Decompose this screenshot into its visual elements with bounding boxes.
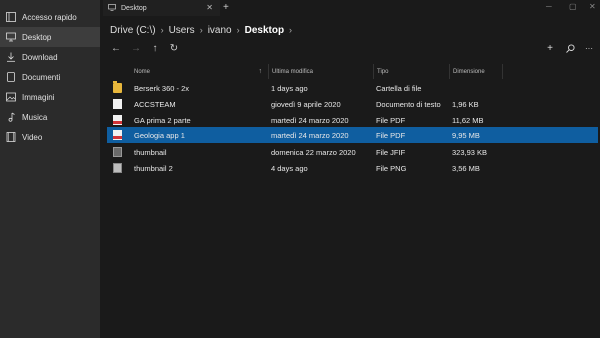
more-button[interactable]: ··· bbox=[582, 41, 596, 55]
file-size: 1,96 KB bbox=[452, 99, 479, 109]
file-row[interactable]: thumbnail 2 4 days ago File PNG 3,56 MB bbox=[107, 160, 598, 176]
tab-desktop[interactable]: Desktop ✕ bbox=[103, 0, 220, 16]
file-row[interactable]: Berserk 360 - 2x 1 days ago Cartella di … bbox=[107, 80, 598, 96]
chevron-right-icon: › bbox=[236, 25, 240, 35]
breadcrumb: Drive (C:\) › Users › ivano › Desktop › bbox=[110, 23, 297, 37]
sidebar-item-accesso-rapido[interactable]: Accesso rapido bbox=[0, 7, 100, 27]
close-tab-icon[interactable]: ✕ bbox=[206, 3, 213, 12]
file-size bbox=[452, 80, 502, 96]
back-button[interactable]: ← bbox=[109, 41, 123, 55]
column-type[interactable]: Tipo bbox=[373, 64, 448, 79]
file-type: File PDF bbox=[376, 115, 406, 125]
column-modified-label: Ultima modifica bbox=[272, 68, 314, 75]
document-icon bbox=[6, 72, 16, 82]
search-icon bbox=[565, 43, 575, 53]
file-size: 323,93 KB bbox=[452, 147, 488, 157]
file-row[interactable]: ACCSTEAM giovedì 9 aprile 2020 Documento… bbox=[107, 96, 598, 112]
file-modified: domenica 22 marzo 2020 bbox=[271, 147, 356, 157]
refresh-button[interactable]: ↻ bbox=[167, 41, 181, 55]
file-row[interactable]: thumbnail domenica 22 marzo 2020 File JF… bbox=[107, 144, 598, 160]
close-window-button[interactable]: ✕ bbox=[589, 2, 596, 11]
column-size[interactable]: Dimensione bbox=[449, 64, 503, 79]
column-type-label: Tipo bbox=[377, 68, 389, 75]
file-name: GA prima 2 parte bbox=[134, 115, 191, 125]
column-header: Nome ↑ Ultima modifica Tipo Dimensione bbox=[107, 64, 600, 79]
sidebar-item-label: Immagini bbox=[22, 92, 55, 102]
download-icon bbox=[6, 52, 16, 62]
sidebar-item-immagini[interactable]: Immagini bbox=[0, 87, 100, 107]
sidebar-item-label: Accesso rapido bbox=[22, 12, 77, 22]
image-icon bbox=[113, 147, 122, 157]
breadcrumb-desktop[interactable]: Desktop bbox=[245, 25, 284, 36]
video-icon bbox=[6, 132, 16, 142]
sort-arrow-icon: ↑ bbox=[258, 68, 263, 75]
file-modified: martedì 24 marzo 2020 bbox=[271, 130, 349, 140]
file-type: Documento di testo bbox=[376, 99, 441, 109]
chevron-right-icon: › bbox=[289, 25, 293, 35]
desktop-icon bbox=[6, 32, 16, 42]
folder-icon bbox=[113, 81, 122, 93]
breadcrumb-drive[interactable]: Drive (C:\) bbox=[110, 25, 156, 36]
document-icon bbox=[113, 99, 122, 109]
sidebar-item-documenti[interactable]: Documenti bbox=[0, 67, 100, 87]
file-name: thumbnail bbox=[134, 147, 167, 157]
sidebar-item-desktop[interactable]: Desktop bbox=[0, 27, 100, 47]
breadcrumb-ivano[interactable]: ivano bbox=[208, 25, 232, 36]
image-icon bbox=[6, 92, 16, 102]
pdf-icon bbox=[113, 130, 122, 140]
file-row[interactable]: GA prima 2 parte martedì 24 marzo 2020 F… bbox=[107, 112, 598, 128]
file-row-selected[interactable]: Geologia app 1 martedì 24 marzo 2020 Fil… bbox=[107, 127, 598, 143]
column-name[interactable]: Nome ↑ bbox=[131, 64, 266, 79]
sidebar-item-label: Musica bbox=[22, 112, 48, 122]
file-modified: martedì 24 marzo 2020 bbox=[271, 115, 349, 125]
file-size: 3,56 MB bbox=[452, 163, 480, 173]
sidebar-item-video[interactable]: Video bbox=[0, 127, 100, 147]
up-button[interactable]: ↑ bbox=[148, 41, 162, 55]
sidebar-item-label: Documenti bbox=[22, 72, 61, 82]
breadcrumb-users[interactable]: Users bbox=[169, 25, 195, 36]
file-name: Berserk 360 - 2x bbox=[134, 83, 190, 93]
column-size-label: Dimensione bbox=[453, 68, 485, 75]
file-modified: giovedì 9 aprile 2020 bbox=[271, 99, 341, 109]
sidebar-item-label: Download bbox=[22, 52, 58, 62]
star-icon bbox=[6, 12, 16, 22]
title-bar: Desktop ✕ + ─ ▢ ✕ bbox=[100, 0, 600, 16]
file-type: File JFIF bbox=[376, 147, 406, 157]
pdf-icon bbox=[113, 115, 122, 125]
image-icon bbox=[113, 163, 122, 173]
file-modified: 1 days ago bbox=[271, 83, 308, 93]
file-type: File PDF bbox=[376, 130, 406, 140]
chevron-right-icon: › bbox=[199, 25, 203, 35]
forward-button[interactable]: → bbox=[129, 41, 143, 55]
file-size: 9,95 MB bbox=[452, 130, 480, 140]
column-modified[interactable]: Ultima modifica bbox=[268, 64, 373, 79]
desktop-icon bbox=[108, 3, 116, 13]
sidebar-item-musica[interactable]: Musica bbox=[0, 107, 100, 127]
minimize-button[interactable]: ─ bbox=[546, 2, 552, 11]
file-name: ACCSTEAM bbox=[134, 99, 176, 109]
file-name: Geologia app 1 bbox=[134, 130, 185, 140]
main-pane: Desktop ✕ + ─ ▢ ✕ Drive (C:\) › Users › … bbox=[100, 0, 600, 338]
chevron-right-icon: › bbox=[160, 25, 164, 35]
sidebar-item-label: Desktop bbox=[22, 32, 52, 42]
music-icon bbox=[6, 112, 16, 122]
new-item-button[interactable]: + bbox=[543, 41, 557, 55]
tab-title: Desktop bbox=[121, 4, 147, 12]
sidebar: Accesso rapido Desktop Download Document… bbox=[0, 0, 100, 338]
new-tab-button[interactable]: + bbox=[223, 2, 229, 13]
file-type: File PNG bbox=[376, 163, 407, 173]
file-name: thumbnail 2 bbox=[134, 163, 173, 173]
sidebar-item-label: Video bbox=[22, 132, 43, 142]
search-button[interactable] bbox=[563, 41, 577, 55]
sidebar-item-download[interactable]: Download bbox=[0, 47, 100, 67]
file-modified: 4 days ago bbox=[271, 163, 308, 173]
column-name-label: Nome bbox=[134, 68, 151, 75]
file-type: Cartella di file bbox=[376, 83, 422, 93]
maximize-button[interactable]: ▢ bbox=[569, 2, 577, 11]
file-size: 11,62 MB bbox=[452, 115, 484, 125]
